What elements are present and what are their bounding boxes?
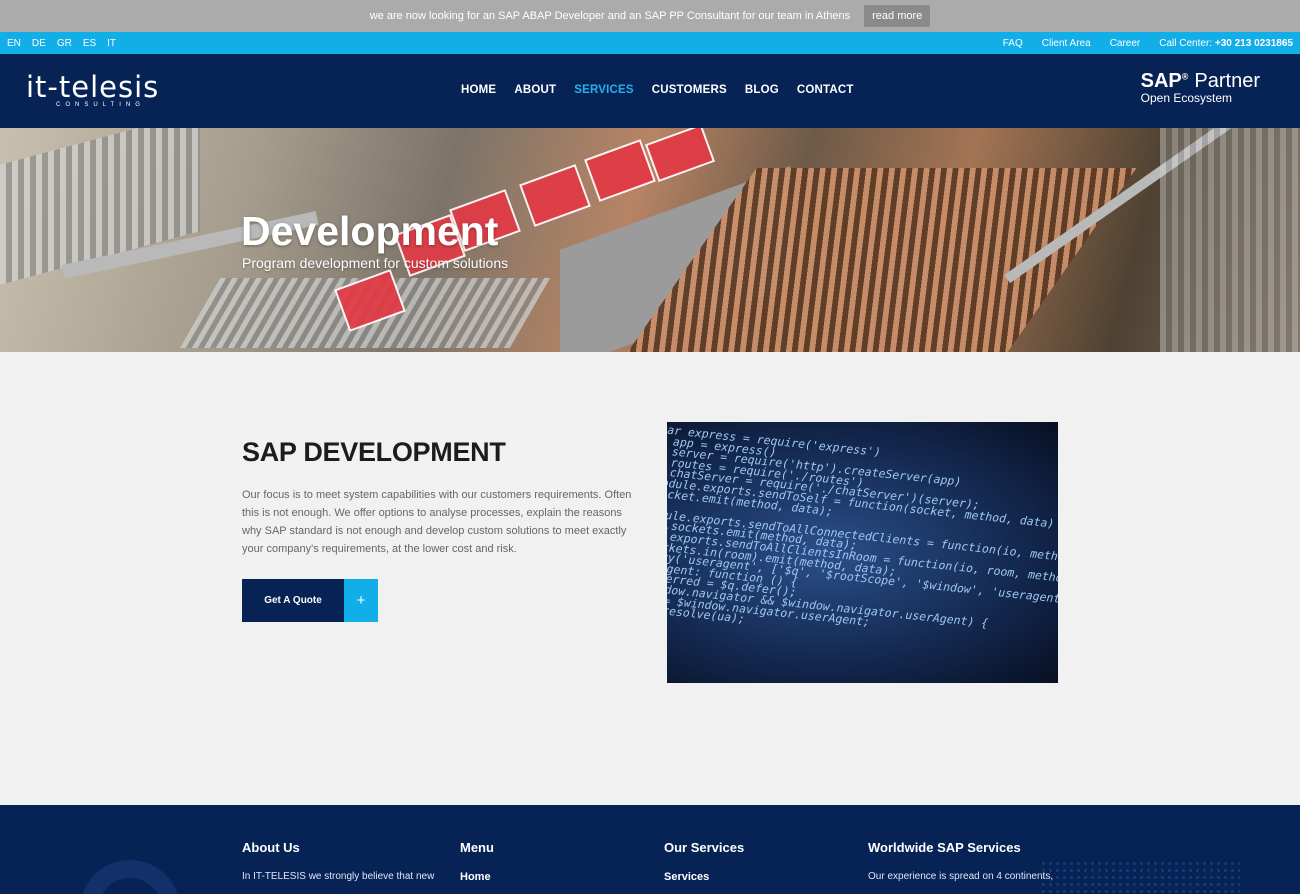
hero-stairs [1160,128,1300,352]
footer-decoration [80,860,180,894]
footer-services-heading: Our Services [664,840,745,855]
nav-home[interactable]: HOME [461,84,496,96]
code-lines: var express = require('express') , app =… [667,422,1058,663]
hero-title: Development [241,208,499,254]
section-title: SAP DEVELOPMENT [242,437,506,467]
footer-services: Our Services Services [664,840,744,883]
client-area-link[interactable]: Client Area [1042,38,1091,49]
footer-menu: Menu Home [460,840,494,883]
partner-word: Partner [1194,70,1260,92]
code-screenshot-image: var express = require('express') , app =… [667,422,1058,683]
lang-it[interactable]: IT [107,38,116,49]
lang-de[interactable]: DE [32,38,46,49]
footer-services-link[interactable]: Services [664,871,744,883]
hero-crate [644,128,716,183]
hero-bottles [623,168,1137,352]
lang-es[interactable]: ES [83,38,96,49]
main-nav: HOME ABOUT SERVICES CUSTOMERS BLOG CONTA… [461,84,854,96]
nav-contact[interactable]: CONTACT [797,84,854,96]
read-more-button[interactable]: read more [864,5,931,27]
footer-menu-heading: Menu [460,840,494,855]
section-description: Our focus is to meet system capabilities… [242,489,632,555]
footer-about-text: In IT-TELESIS we strongly believe that n… [242,871,435,882]
announcement-text: we are now looking for an SAP ABAP Devel… [369,10,851,22]
main-content: SAP DEVELOPMENT Our focus is to meet sys… [0,352,1300,805]
top-bar: EN DE GR ES IT FAQ Client Area Career Ca… [0,32,1300,54]
call-center[interactable]: Call Center: +30 213 0231865 [1159,38,1293,49]
nav-customers[interactable]: CUSTOMERS [652,84,727,96]
hero-banner: Development Program development for cust… [0,128,1300,352]
site-header: it-telesis CONSULTING HOME ABOUT SERVICE… [0,54,1300,128]
footer-worldwide-heading: Worldwide SAP Services [868,840,1021,855]
nav-about[interactable]: ABOUT [514,84,556,96]
lang-gr[interactable]: GR [57,38,72,49]
hero-crate [584,139,656,202]
career-link[interactable]: Career [1110,38,1141,49]
nav-blog[interactable]: BLOG [745,84,779,96]
logo-tagline: CONSULTING [56,102,145,108]
sap-partner-logo: SAP® Partner Open Ecosystem [1141,70,1260,105]
hero-crate [519,164,591,227]
footer-menu-home-link[interactable]: Home [460,871,494,883]
world-map-decoration [1040,860,1240,894]
faq-link[interactable]: FAQ [1003,38,1023,49]
footer-about: About Us In IT-TELESIS we strongly belie… [242,840,434,882]
nav-services[interactable]: SERVICES [574,84,634,96]
call-center-number: +30 213 0231865 [1214,37,1293,49]
logo-wordmark: it-telesis [26,70,160,104]
get-a-quote-button[interactable]: Get A Quote + [242,579,378,622]
footer-worldwide: Worldwide SAP Services Our experience is… [868,840,1053,882]
site-footer: About Us In IT-TELESIS we strongly belie… [0,805,1300,894]
plus-icon: + [344,579,378,622]
call-center-label: Call Center: [1159,37,1213,49]
footer-about-heading: About Us [242,840,300,855]
hero-subtitle: Program development for custom solutions [242,255,509,271]
lang-en[interactable]: EN [7,38,21,49]
partner-sub: Open Ecosystem [1140,91,1233,105]
announcement-bar: we are now looking for an SAP ABAP Devel… [0,0,1300,32]
utility-nav: FAQ Client Area Career Call Center: +30 … [1003,38,1293,49]
partner-brand: SAP® [1140,70,1189,92]
footer-worldwide-text: Our experience is spread on 4 continents… [868,871,1054,882]
language-switcher: EN DE GR ES IT [7,38,116,49]
site-logo[interactable]: it-telesis CONSULTING [26,72,166,110]
get-a-quote-label: Get A Quote [242,579,344,622]
